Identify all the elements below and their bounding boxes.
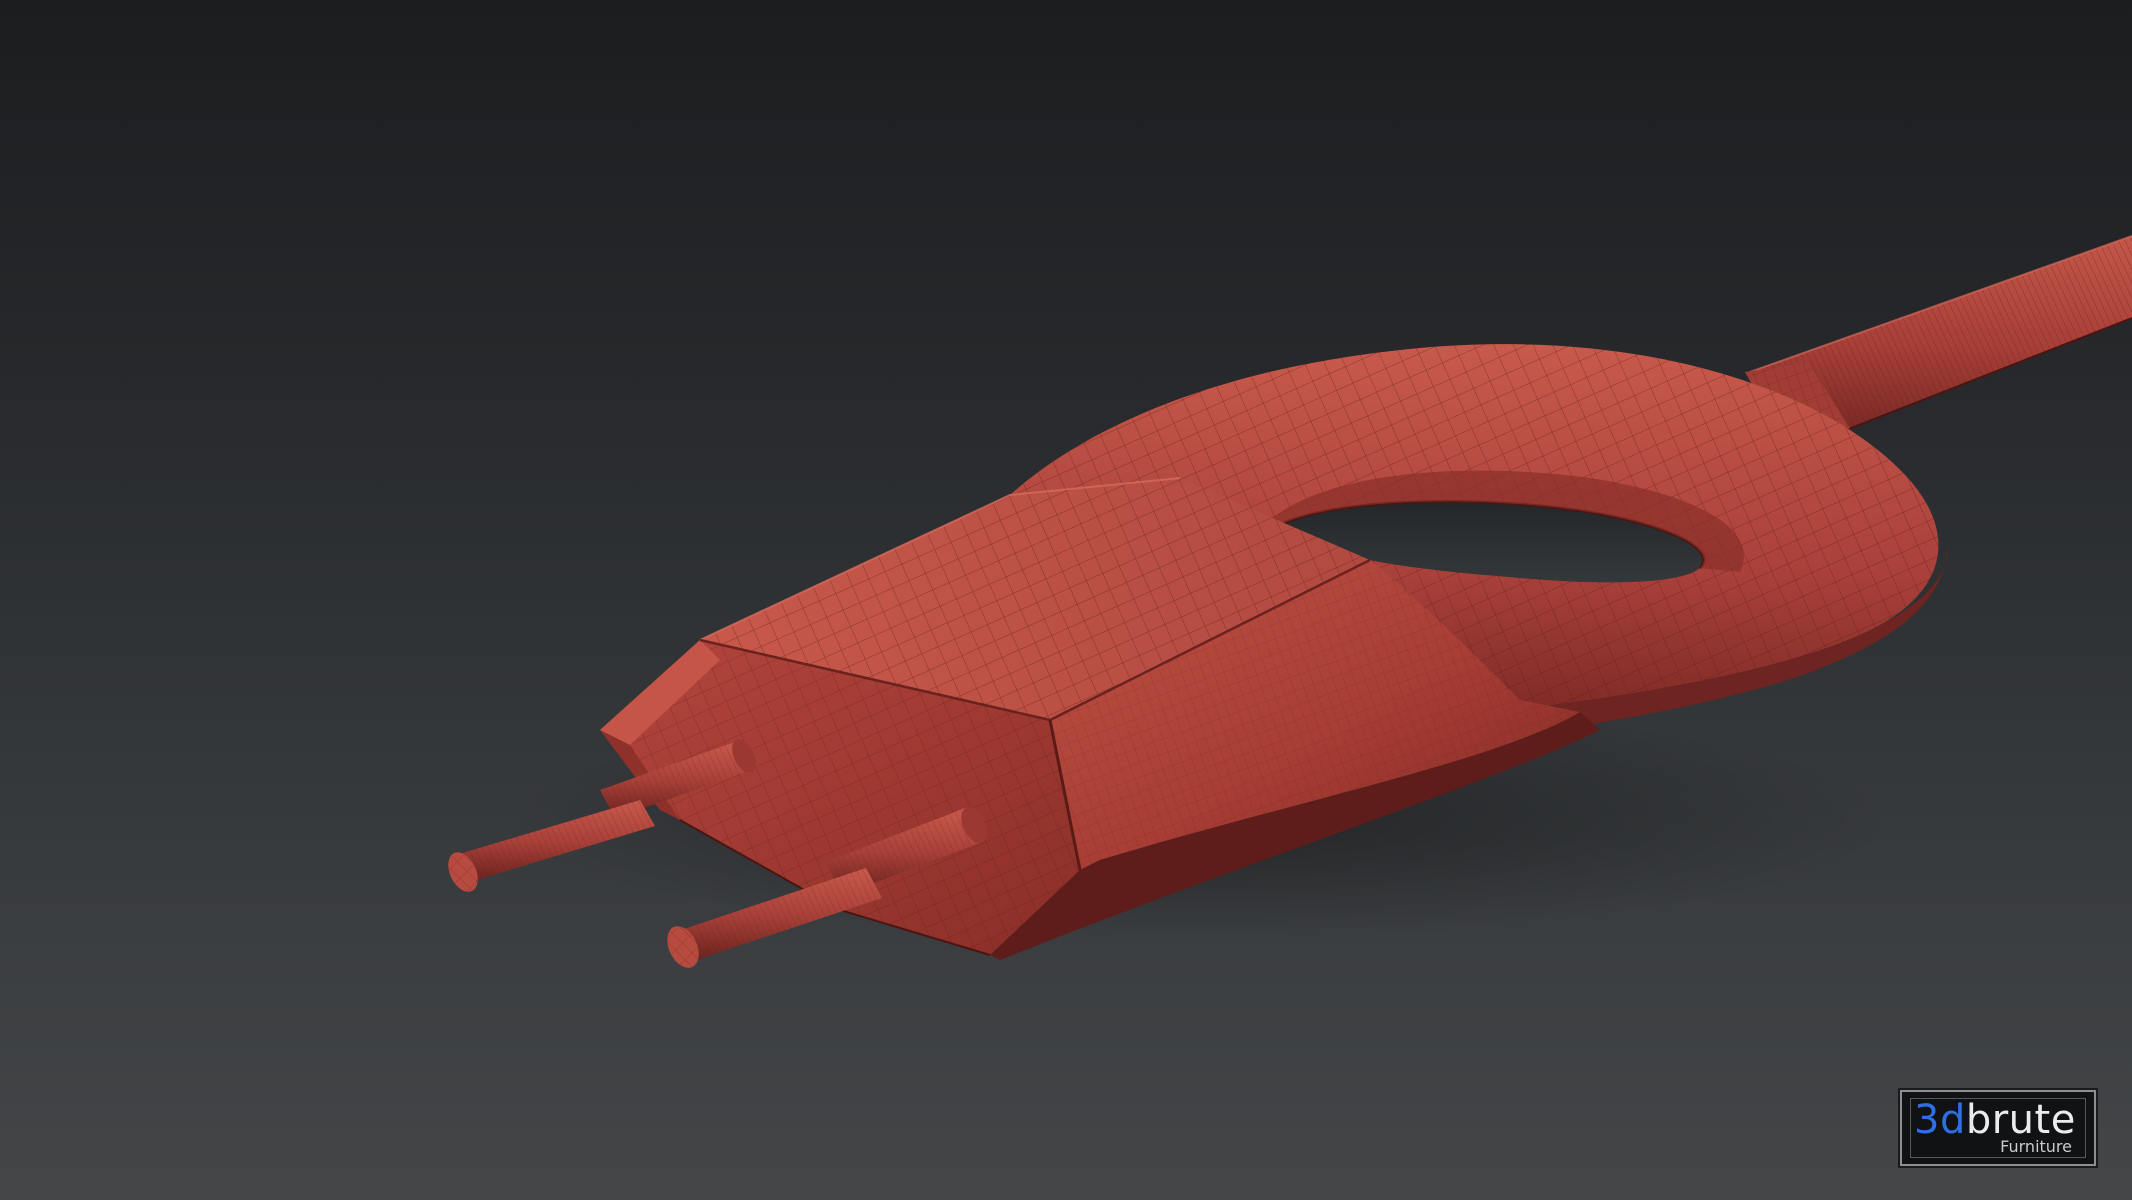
logo-subtitle: Furniture <box>2000 1137 2072 1156</box>
logo-prefix: 3d <box>1914 1097 1966 1143</box>
brand-logo: 3dbrute <box>1914 1098 2076 1142</box>
brand-watermark: 3dbrute Furniture <box>1898 1088 2098 1168</box>
3d-viewport <box>0 0 2132 1200</box>
plug-render <box>448 235 2132 968</box>
